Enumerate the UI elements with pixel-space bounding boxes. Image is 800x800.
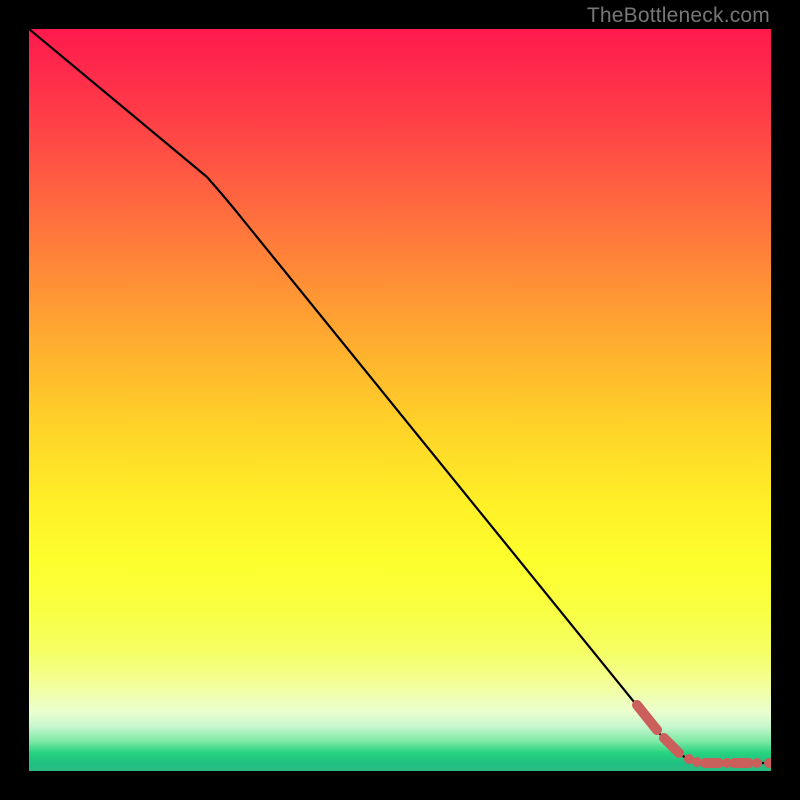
plot-area [29, 29, 771, 771]
highlight-dashes [637, 705, 771, 768]
main-curve [29, 29, 771, 763]
watermark-text: TheBottleneck.com [587, 4, 770, 28]
chart-frame: TheBottleneck.com [0, 0, 800, 800]
chart-svg [29, 29, 771, 771]
